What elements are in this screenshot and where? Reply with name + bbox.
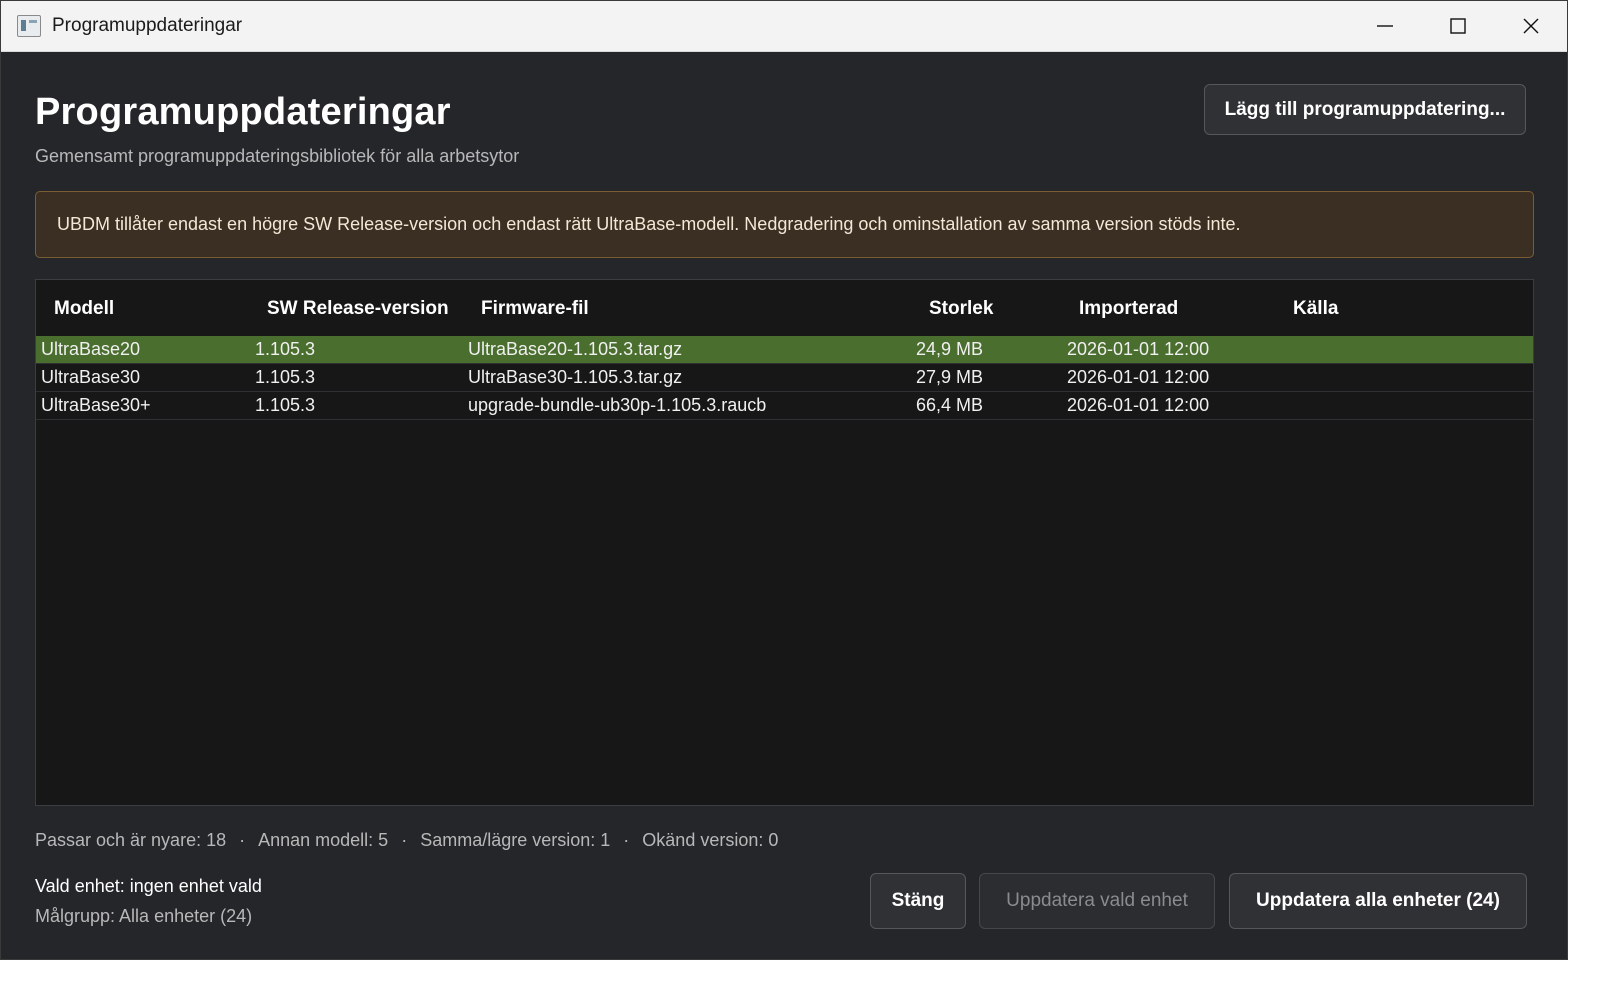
maximize-button[interactable] xyxy=(1421,1,1494,51)
selected-device-label: Vald enhet: ingen enhet vald xyxy=(35,876,262,896)
cell-imported: 2026-01-01 12:00 xyxy=(1067,339,1210,359)
table-header: Modell SW Release-version Firmware-fil S… xyxy=(36,280,1533,336)
stat-unknown: Okänd version: 0 xyxy=(642,830,779,850)
stat-separator: · xyxy=(623,830,630,850)
stat-other-model: Annan modell: 5 xyxy=(258,830,389,850)
window-controls xyxy=(1348,1,1567,51)
close-dialog-button[interactable]: Stäng xyxy=(870,873,966,929)
minimize-icon xyxy=(1376,25,1393,27)
window-title: Programuppdateringar xyxy=(52,15,243,36)
stat-same-lower: Samma/lägre version: 1 xyxy=(420,830,611,850)
cell-file: upgrade-bundle-ub30p-1.105.3.raucb xyxy=(468,395,767,415)
column-header-size[interactable]: Storlek xyxy=(929,298,993,320)
target-group-label: Målgrupp: Alla enheter (24) xyxy=(35,906,253,926)
update-all-button[interactable]: Uppdatera alla enheter (24) xyxy=(1229,873,1527,929)
cell-model: UltraBase30 xyxy=(41,367,141,387)
maximize-icon xyxy=(1449,18,1466,34)
column-header-model[interactable]: Modell xyxy=(54,298,114,320)
table-row[interactable]: UltraBase30+ 1.105.3 upgrade-bundle-ub30… xyxy=(36,392,1533,420)
table-row[interactable]: UltraBase30 1.105.3 UltraBase30-1.105.3.… xyxy=(36,364,1533,392)
dialog-content: Programuppdateringar Gemensamt programup… xyxy=(35,51,1534,959)
compatibility-stats: Passar och är nyare: 18 · Annan modell: 5 ·… xyxy=(35,830,778,851)
cell-size: 27,9 MB xyxy=(916,367,984,387)
stat-newer: Passar och är nyare: 18 xyxy=(35,830,227,850)
warning-text: UBDM tillåter endast en högre SW Release… xyxy=(57,214,1241,234)
app-icon xyxy=(17,15,41,37)
page-subtitle: Gemensamt programuppdateringsbibliotek f… xyxy=(35,146,520,166)
warning-banner: UBDM tillåter endast en högre SW Release… xyxy=(35,191,1534,258)
stat-separator: · xyxy=(401,830,408,850)
close-icon xyxy=(1523,18,1538,34)
update-selected-button[interactable]: Uppdatera vald enhet xyxy=(979,873,1215,929)
cell-model: UltraBase30+ xyxy=(41,395,151,415)
cell-file: UltraBase30-1.105.3.tar.gz xyxy=(468,367,683,387)
cell-version: 1.105.3 xyxy=(255,395,316,415)
column-header-source[interactable]: Källa xyxy=(1293,298,1338,320)
minimize-button[interactable] xyxy=(1348,1,1421,51)
cell-imported: 2026-01-01 12:00 xyxy=(1067,395,1210,415)
updates-table: Modell SW Release-version Firmware-fil S… xyxy=(35,279,1534,806)
stat-separator: · xyxy=(239,830,246,850)
dialog-window: Programuppdateringar Programuppdateringa… xyxy=(0,0,1568,960)
cell-version: 1.105.3 xyxy=(255,367,316,387)
cell-size: 24,9 MB xyxy=(916,339,984,359)
cell-imported: 2026-01-01 12:00 xyxy=(1067,367,1210,387)
column-header-imported[interactable]: Importerad xyxy=(1079,298,1178,320)
table-row[interactable]: UltraBase20 1.105.3 UltraBase20-1.105.3.… xyxy=(36,336,1533,364)
close-button[interactable] xyxy=(1494,1,1567,51)
cell-model: UltraBase20 xyxy=(41,339,141,359)
column-header-file[interactable]: Firmware-fil xyxy=(481,298,589,320)
column-header-version[interactable]: SW Release-version xyxy=(267,298,449,320)
cell-size: 66,4 MB xyxy=(916,395,984,415)
cell-file: UltraBase20-1.105.3.tar.gz xyxy=(468,339,683,359)
add-update-button[interactable]: Lägg till programuppdatering... xyxy=(1204,84,1526,135)
page-title: Programuppdateringar xyxy=(35,91,451,133)
cell-version: 1.105.3 xyxy=(255,339,316,359)
title-bar[interactable]: Programuppdateringar xyxy=(1,1,1567,52)
